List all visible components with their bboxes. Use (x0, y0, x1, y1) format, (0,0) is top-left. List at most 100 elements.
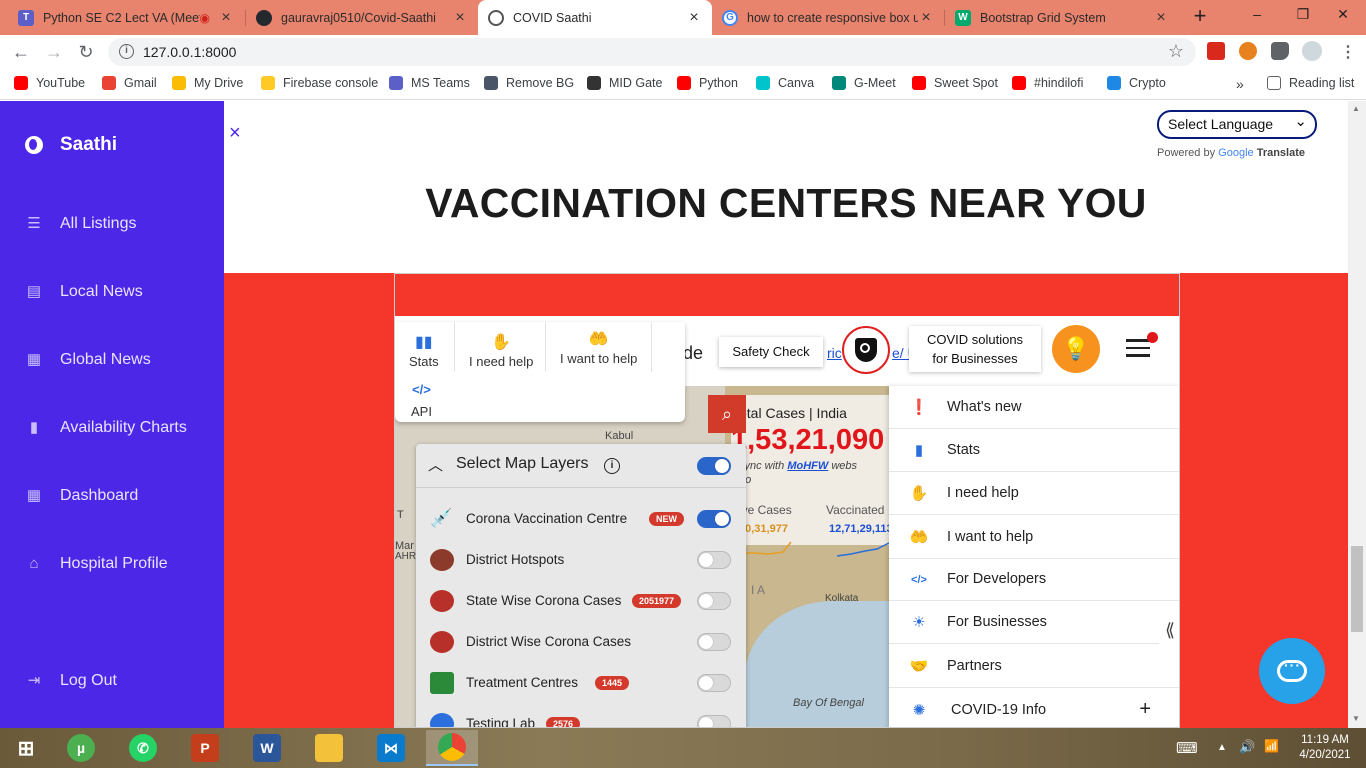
powered-by-google[interactable]: Powered by Google Translate (1157, 147, 1305, 159)
menu-item-partners[interactable]: 🤝 Partners (889, 645, 1179, 688)
network-icon[interactable]: 📶 (1264, 739, 1279, 753)
sidebar-item-dashboard[interactable]: ▦ Dashboard (25, 487, 138, 505)
url-text[interactable]: 127.0.0.1:8000 (143, 44, 236, 60)
bookmark-gmail[interactable]: Gmail (102, 76, 157, 90)
minimize-button[interactable]: – (1234, 0, 1280, 30)
keyboard-icon[interactable]: ⌨ (1176, 739, 1198, 757)
bookmark-my-drive[interactable]: My Drive (172, 76, 243, 90)
all-layers-toggle[interactable] (697, 457, 731, 475)
bookmark-python[interactable]: Python (677, 76, 738, 90)
menu-hamburger-button[interactable] (1126, 332, 1158, 357)
reload-icon[interactable]: ↻ (74, 41, 98, 63)
sidebar-item-local-news[interactable]: ▤ Local News (25, 283, 143, 301)
covid-solutions-button[interactable]: COVID solutions for Businesses (909, 326, 1041, 372)
more-bookmarks-button[interactable]: » (1236, 76, 1244, 92)
tile-api[interactable]: </> API (411, 382, 432, 419)
scroll-down-icon[interactable]: ▼ (1352, 714, 1360, 723)
layer-row[interactable]: Treatment Centres 1445 (416, 661, 746, 702)
bulb-button[interactable]: 💡 (1052, 325, 1100, 373)
taskbar-utorrent[interactable]: µ (55, 730, 107, 766)
tile-want-to-help[interactable]: 🤲 I want to help (560, 329, 637, 366)
bookmark-canva[interactable]: Canva (756, 76, 814, 90)
layer-row[interactable]: Testing Lab 2576 (416, 702, 746, 727)
bookmark-remove-bg[interactable]: Remove BG (484, 76, 574, 90)
pdf-extension-icon[interactable] (1207, 42, 1225, 60)
taskbar-word[interactable]: W (241, 730, 293, 766)
expand-icon[interactable]: + (1139, 698, 1151, 721)
back-arrow-icon[interactable]: ← (9, 41, 33, 63)
close-tab-icon[interactable]: × (218, 9, 234, 27)
bookmark-hindilofi[interactable]: #hindilofi (1012, 76, 1083, 90)
chevron-up-icon[interactable]: ︿ (428, 454, 443, 475)
layer-toggle[interactable] (697, 633, 731, 651)
close-window-button[interactable]: ✕ (1320, 0, 1366, 30)
scrollbar-thumb[interactable] (1351, 546, 1363, 632)
logout-button[interactable]: ⇥ Log Out (25, 672, 117, 690)
layer-toggle[interactable] (697, 592, 731, 610)
tray-chevron-icon[interactable]: ▲ (1217, 742, 1227, 753)
tile-need-help[interactable]: ✋ I need help (469, 332, 533, 369)
layer-row[interactable]: District Wise Corona Cases (416, 620, 746, 661)
bookmark-ms-teams[interactable]: MS Teams (389, 76, 470, 90)
address-bar[interactable]: i 127.0.0.1:8000 ☆ (108, 38, 1196, 66)
tile-stats[interactable]: ▮▮ Stats (409, 332, 439, 369)
start-button[interactable]: ⊞ (0, 730, 52, 766)
menu-item-need-help[interactable]: ✋ I need help (889, 472, 1179, 515)
layer-toggle[interactable] (697, 551, 731, 569)
browser-tab[interactable]: gauravraj0510/Covid-Saathi × (246, 0, 478, 35)
layer-toggle[interactable] (697, 715, 731, 727)
sidebar-item-availability-charts[interactable]: ▮ Availability Charts (25, 419, 187, 437)
search-button[interactable]: ⌕ (708, 395, 746, 433)
menu-item-covid-info[interactable]: ✺ COVID-19 Info + (889, 689, 1179, 727)
close-tab-icon[interactable]: × (918, 9, 934, 27)
brand[interactable]: Saathi (25, 134, 117, 156)
collapse-panel-button[interactable]: ⟪ (1159, 612, 1179, 650)
safety-check-button[interactable]: Safety Check (719, 337, 823, 367)
bookmark-firebase[interactable]: Firebase console (261, 76, 378, 90)
chat-button[interactable] (1259, 638, 1325, 704)
bookmark-star-icon[interactable]: ☆ (1168, 41, 1184, 62)
bookmark-crypto[interactable]: Crypto (1107, 76, 1166, 90)
layer-row[interactable]: State Wise Corona Cases 2051977 (416, 579, 746, 620)
layer-toggle[interactable] (697, 510, 731, 528)
taskbar-clock[interactable]: 11:19 AM 4/20/2021 (1290, 733, 1360, 763)
browser-tab-active[interactable]: COVID Saathi × (478, 0, 712, 35)
map-layers-header[interactable]: ︿ Select Map Layers i (416, 444, 746, 488)
scroll-up-icon[interactable]: ▲ (1352, 104, 1360, 113)
menu-item-stats[interactable]: ▮ Stats (889, 429, 1179, 472)
browser-menu-icon[interactable]: ⋮ (1340, 42, 1356, 62)
taskbar-whatsapp[interactable]: ✆ (117, 730, 169, 766)
page-scrollbar[interactable]: ▲ ▼ (1348, 101, 1366, 728)
taskbar-file-explorer[interactable] (303, 730, 355, 766)
browser-tab[interactable]: T Python SE C2 Lect VA (Meet ◉ × (8, 0, 244, 35)
close-tab-icon[interactable]: × (686, 9, 702, 27)
language-select[interactable]: Select Language (1157, 109, 1317, 139)
extensions-puzzle-icon[interactable] (1271, 42, 1289, 60)
metamask-extension-icon[interactable] (1239, 42, 1257, 60)
close-sidebar-button[interactable]: × (229, 122, 241, 145)
info-icon[interactable]: i (604, 458, 620, 474)
mohfw-link[interactable]: MoHFW (787, 460, 828, 472)
profile-avatar[interactable] (1302, 41, 1322, 61)
new-tab-button[interactable]: + (1188, 5, 1212, 29)
header-link[interactable]: ric (827, 345, 842, 361)
site-info-icon[interactable]: i (119, 44, 134, 59)
close-tab-icon[interactable]: × (1153, 9, 1169, 27)
taskbar-chrome[interactable] (426, 730, 478, 766)
menu-item-businesses[interactable]: ☀ For Businesses (889, 601, 1179, 644)
taskbar-vscode[interactable]: ⋈ (365, 730, 417, 766)
sidebar-item-global-news[interactable]: ▦ Global News (25, 351, 151, 369)
bookmark-youtube[interactable]: YouTube (14, 76, 85, 90)
close-tab-icon[interactable]: × (452, 9, 468, 27)
layer-row[interactable]: District Hotspots (416, 538, 746, 579)
volume-icon[interactable]: 🔊 (1239, 739, 1255, 755)
reading-list-button[interactable]: Reading list (1267, 76, 1354, 90)
sidebar-item-all-listings[interactable]: ☰ All Listings (25, 215, 136, 233)
menu-item-want-to-help[interactable]: 🤲 I want to help (889, 516, 1179, 559)
browser-tab[interactable]: G how to create responsive box u × (712, 0, 944, 35)
menu-item-developers[interactable]: </> For Developers (889, 558, 1179, 601)
bookmark-mid-gate[interactable]: MID Gate (587, 76, 663, 90)
taskbar-powerpoint[interactable]: P (179, 730, 231, 766)
forward-arrow-icon[interactable]: → (42, 41, 66, 63)
sidebar-item-hospital-profile[interactable]: ⌂ Hospital Profile (25, 555, 167, 573)
